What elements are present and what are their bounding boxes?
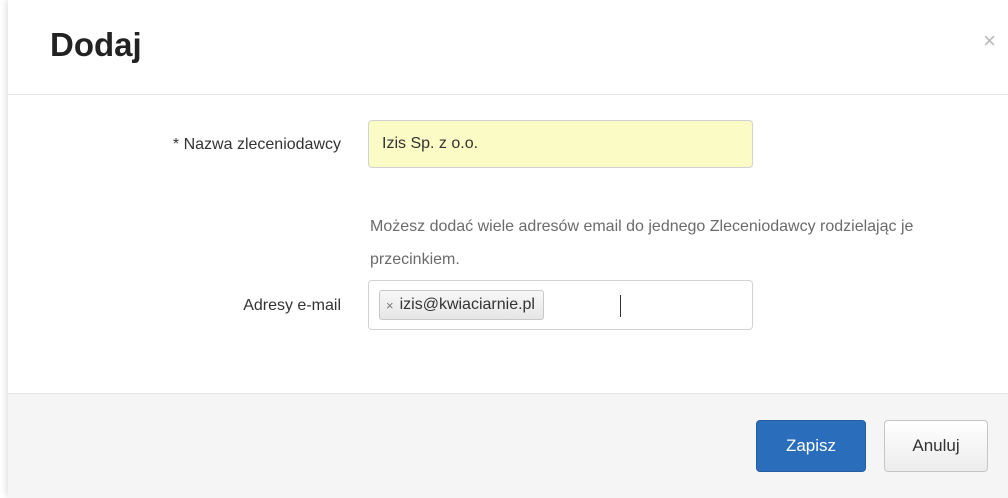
text-cursor (620, 295, 621, 317)
close-icon[interactable]: × (983, 30, 996, 52)
remove-tag-icon[interactable]: × (386, 298, 394, 313)
save-button[interactable]: Zapisz (756, 420, 866, 472)
client-name-input[interactable] (368, 120, 753, 168)
cancel-button[interactable]: Anuluj (884, 420, 988, 472)
email-label: Adresy e-mail (243, 297, 341, 314)
dialog-header: Dodaj × (8, 0, 1008, 95)
email-help-text: Możesz dodać wiele adresów email do jedn… (370, 218, 914, 268)
email-tag-text: izis@kwiaciarnie.pl (399, 296, 535, 313)
email-tag: × izis@kwiaciarnie.pl (379, 290, 544, 320)
add-client-dialog: Dodaj × * Nazwa zleceniodawcy Możesz dod… (8, 0, 1008, 498)
dialog-footer: Zapisz Anuluj (8, 393, 1008, 498)
email-tags-input[interactable]: × izis@kwiaciarnie.pl (368, 280, 753, 330)
client-name-label: * Nazwa zleceniodawcy (172, 136, 341, 153)
dialog-title: Dodaj (50, 26, 142, 63)
